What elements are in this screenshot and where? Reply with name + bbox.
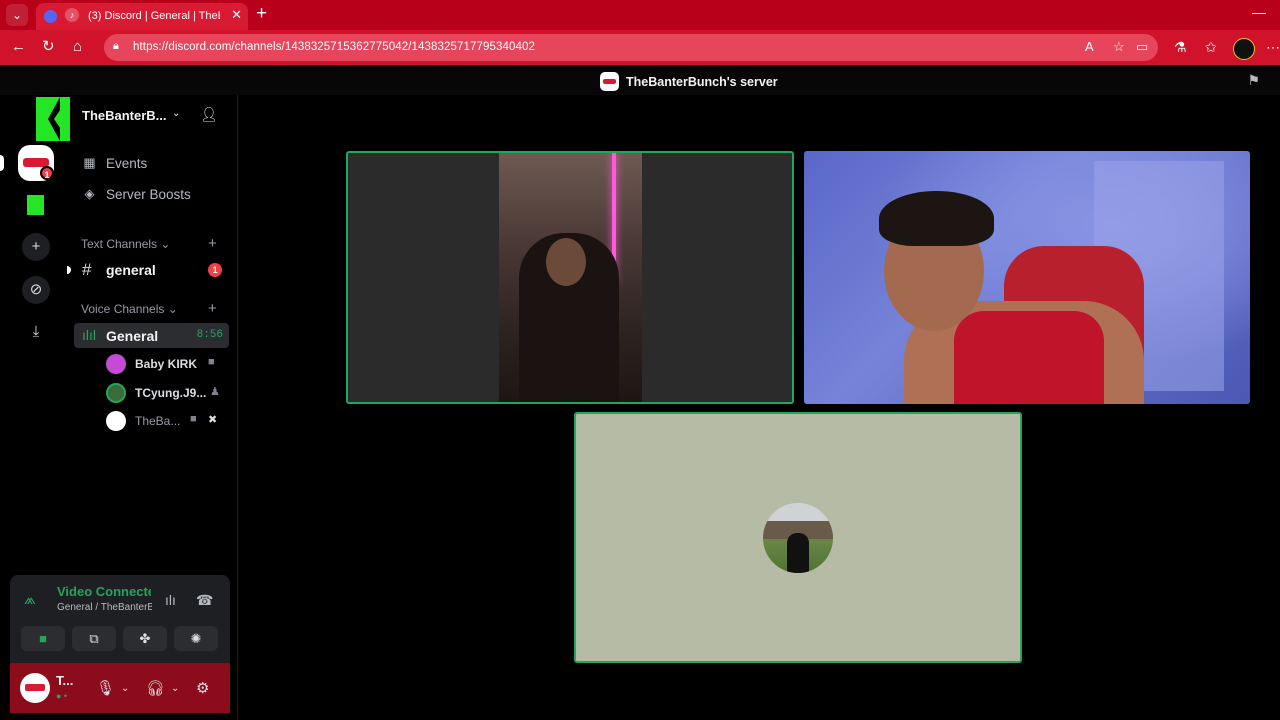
noise-suppression-icon[interactable]: ılı <box>165 592 176 608</box>
server-boosts-label: Server Boosts <box>106 186 191 202</box>
server-title-text: TheBanterBunch's server <box>626 74 778 89</box>
boost-gem-icon: ◈ <box>84 186 95 201</box>
user-panel: T... ● • 🎙︎ ⌄ 🎧︎ ⌄ ⚙ <box>10 663 230 713</box>
minimize-window-button[interactable]: — <box>1252 4 1266 20</box>
activities-button[interactable]: ✤ <box>123 626 167 651</box>
video-feed <box>499 153 642 402</box>
member-name: TheBa... <box>135 414 181 428</box>
member-name: TCyung.J9... <box>135 386 207 400</box>
home-icon[interactable]: ⌂ <box>73 38 82 56</box>
back-arrow-icon[interactable]: ← <box>11 38 26 56</box>
video-tile-avatar-only[interactable] <box>574 412 1022 663</box>
inbox-flag-icon[interactable]: ⚑ <box>1247 72 1260 89</box>
text-channels-category[interactable]: Text Channels ⌄ <box>81 237 170 251</box>
screen-share-button[interactable]: ⧉ <box>72 626 116 651</box>
voice-channel-name: General <box>106 328 159 344</box>
microphone-icon[interactable]: 🎙︎ <box>96 679 115 697</box>
discord-title-bar: TheBanterBunch's server ⚑ <box>0 65 1280 95</box>
add-server-icon[interactable]: + <box>22 233 50 261</box>
discover-compass-icon[interactable]: ⊘ <box>22 276 50 304</box>
avatar <box>106 411 126 431</box>
video-tile[interactable] <box>804 151 1250 404</box>
voice-elapsed-time: 8:56 <box>196 329 223 341</box>
voice-status-text: Video Connected <box>57 584 151 599</box>
deafened-icon: ✖ <box>208 414 218 426</box>
audio-options-chevron-icon[interactable]: ⌄ <box>171 683 179 694</box>
disconnect-icon[interactable]: ☎ <box>196 592 213 609</box>
avatar <box>106 354 126 374</box>
browser-address-bar: ← ↻ ⌂ 🔒︎ https://discord.com/channels/14… <box>0 30 1280 65</box>
reload-icon[interactable]: ↻ <box>42 38 55 56</box>
server-title: TheBanterBunch's server <box>600 72 778 91</box>
mic-options-chevron-icon[interactable]: ⌄ <box>121 683 129 694</box>
soundboard-button[interactable]: ✺ <box>174 626 218 651</box>
hash-icon: # <box>82 260 92 279</box>
extensions-icon[interactable]: ⚗ <box>1174 39 1187 56</box>
events-label: Events <box>106 155 148 171</box>
voice-activity-icon: ılıl <box>82 327 96 343</box>
discord-favicon-icon <box>44 10 57 23</box>
camera-toggle-button[interactable]: ■ <box>21 626 65 651</box>
browser-tab[interactable]: ♪ (3) Discord | General | TheBa ✕ <box>36 3 248 30</box>
server-boosts-item[interactable]: ◈ Server Boosts <box>82 186 191 202</box>
profile-avatar[interactable] <box>1233 38 1255 60</box>
channel-general[interactable]: # general <box>82 260 156 280</box>
favorites-icon[interactable]: ✩ <box>1205 39 1217 56</box>
voice-connection-panel: ⩕ Video Connected General / TheBanterBun… <box>10 575 230 663</box>
voice-location-link[interactable]: General / TheBanterBunch's server <box>57 602 152 613</box>
voice-channel-general[interactable]: ılıl General 8:56 <box>74 323 229 348</box>
chevron-down-icon[interactable]: ⌄ <box>172 108 180 119</box>
mention-badge: 1 <box>208 263 222 277</box>
camera-icon: ■ <box>190 413 197 425</box>
headphones-icon[interactable]: 🎧︎ <box>146 679 165 697</box>
camera-icon: ■ <box>208 356 215 368</box>
settings-gear-icon[interactable]: ⚙ <box>196 679 209 697</box>
member-name: Baby KIRK <box>135 357 198 371</box>
channel-name: general <box>106 262 156 278</box>
close-tab-icon[interactable]: ✕ <box>231 7 242 23</box>
browser-tab-bar: ⌄ ♪ (3) Discord | General | TheBa ✕ + — <box>0 0 1280 30</box>
username: T... <box>56 673 74 688</box>
avatar <box>106 383 126 403</box>
url-field[interactable]: 🔒︎ https://discord.com/channels/14383257… <box>104 34 1158 61</box>
more-menu-icon[interactable]: ⋯ <box>1266 39 1280 56</box>
voice-member[interactable]: Baby KIRK ■ <box>106 353 228 375</box>
tab-actions-button[interactable]: ⌄ <box>6 4 28 26</box>
download-apps-icon[interactable]: ⤓ <box>22 318 50 346</box>
server-mention-badge: 1 <box>40 166 54 180</box>
audio-playing-icon[interactable]: ♪ <box>65 8 79 22</box>
avatar <box>763 503 833 573</box>
invite-people-icon[interactable]: 👤︎ <box>200 106 218 123</box>
tab-title: (3) Discord | General | TheBa <box>88 10 220 22</box>
playstation-icon: ♟ <box>210 386 220 398</box>
create-text-channel-icon[interactable]: + <box>208 235 217 252</box>
k-logo-overlay <box>36 97 74 141</box>
voice-member[interactable]: TCyung.J9... ♟ <box>106 382 228 404</box>
selected-server-pill <box>0 155 4 171</box>
server-icon <box>600 72 619 91</box>
user-status: ● • <box>56 691 68 701</box>
site-info-icon[interactable]: 🔒︎ <box>113 40 119 53</box>
create-voice-channel-icon[interactable]: + <box>208 300 217 317</box>
guild-name[interactable]: TheBanterB... <box>82 108 167 123</box>
read-aloud-icon[interactable]: A <box>1085 39 1094 54</box>
voice-channels-category[interactable]: Voice Channels ⌄ <box>81 302 178 316</box>
new-tab-button[interactable]: + <box>256 3 267 25</box>
favorite-star-icon[interactable]: ☆ <box>1113 39 1125 55</box>
server-icon-k[interactable] <box>27 195 44 215</box>
calendar-icon: ▦ <box>83 155 96 170</box>
avatar[interactable] <box>20 673 50 703</box>
events-item[interactable]: ▦ Events <box>82 155 147 171</box>
url-text: https://discord.com/channels/14383257153… <box>133 41 535 53</box>
video-tile-speaking[interactable] <box>346 151 794 404</box>
connection-signal-icon[interactable]: ⩕ <box>24 591 36 608</box>
voice-member[interactable]: TheBa... ■ ✖ <box>106 410 228 432</box>
split-screen-icon[interactable]: ▭ <box>1136 39 1148 55</box>
